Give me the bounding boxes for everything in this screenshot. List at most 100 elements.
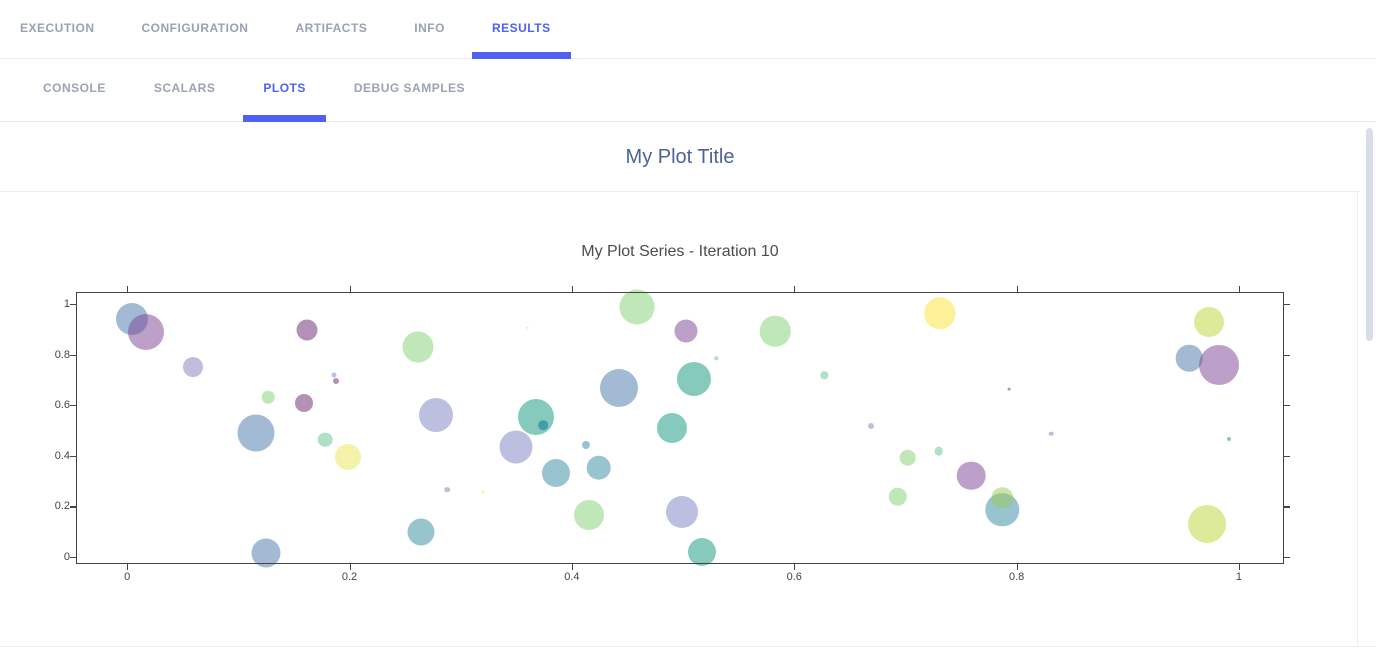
top-nav: EXECUTION CONFIGURATION ARTIFACTS INFO R… — [0, 0, 1376, 59]
axis-tick — [70, 506, 76, 507]
section-bottom-divider — [0, 646, 1376, 647]
bubble-layer — [76, 292, 1284, 564]
data-point-bubble[interactable] — [1194, 307, 1224, 337]
data-point-bubble[interactable] — [868, 423, 874, 429]
data-point-bubble[interactable] — [620, 290, 655, 325]
axis-tick — [1017, 286, 1018, 292]
data-point-bubble[interactable] — [403, 332, 434, 363]
data-point-bubble[interactable] — [1188, 505, 1226, 543]
data-point-bubble[interactable] — [335, 444, 361, 470]
x-tick-label: 0 — [124, 571, 130, 583]
axis-tick — [70, 456, 76, 457]
axis-tick — [70, 405, 76, 406]
scatter-chart[interactable]: 00.20.40.60.81 00.20.40.60.81 — [76, 292, 1284, 564]
data-point-bubble[interactable] — [318, 432, 333, 447]
data-point-bubble[interactable] — [518, 399, 554, 435]
axis-tick — [1239, 286, 1240, 292]
data-point-bubble[interactable] — [821, 372, 828, 379]
y-tick-label: 0.6 — [55, 399, 70, 411]
vertical-scrollbar[interactable] — [1362, 123, 1376, 665]
axis-tick — [70, 355, 76, 356]
data-point-bubble[interactable] — [574, 500, 604, 530]
data-point-bubble[interactable] — [183, 357, 203, 377]
chart-series-title: My Plot Series - Iteration 10 — [77, 243, 1283, 261]
tab-configuration-label: CONFIGURATION — [142, 21, 249, 35]
data-point-bubble[interactable] — [331, 373, 336, 378]
data-point-bubble[interactable] — [586, 455, 611, 480]
data-point-bubble[interactable] — [888, 487, 907, 506]
subtab-console[interactable]: CONSOLE — [23, 60, 126, 115]
tab-execution[interactable]: EXECUTION — [0, 0, 115, 55]
data-point-bubble[interactable] — [481, 490, 484, 493]
axis-tick — [794, 286, 795, 292]
data-point-bubble[interactable] — [252, 538, 281, 567]
x-tick-label: 0.8 — [1009, 571, 1024, 583]
tab-results[interactable]: RESULTS — [472, 0, 571, 55]
data-point-bubble[interactable] — [445, 487, 451, 493]
plot-title-bar: My Plot Title — [0, 123, 1360, 192]
data-point-bubble[interactable] — [500, 431, 533, 464]
data-point-bubble[interactable] — [600, 369, 638, 407]
data-point-bubble[interactable] — [582, 441, 590, 449]
content-gutter-line — [1357, 192, 1358, 646]
data-point-bubble[interactable] — [1049, 431, 1054, 436]
axis-tick — [572, 564, 573, 570]
x-tick-label: 0.6 — [787, 571, 802, 583]
scrollbar-thumb[interactable] — [1366, 128, 1373, 341]
data-point-bubble[interactable] — [295, 394, 313, 412]
data-point-bubble[interactable] — [924, 297, 955, 328]
plot-title: My Plot Title — [626, 146, 735, 169]
axis-tick — [1284, 355, 1290, 356]
data-point-bubble[interactable] — [899, 449, 916, 466]
tab-configuration[interactable]: CONFIGURATION — [122, 0, 269, 55]
axis-tick — [794, 564, 795, 570]
data-point-bubble[interactable] — [657, 413, 687, 443]
data-point-bubble[interactable] — [1007, 388, 1010, 391]
axis-tick — [127, 286, 128, 292]
data-point-bubble[interactable] — [934, 447, 943, 456]
subtab-debug-samples-label: DEBUG SAMPLES — [354, 81, 465, 95]
tab-results-label: RESULTS — [492, 21, 551, 35]
data-point-bubble[interactable] — [538, 421, 548, 431]
tab-info[interactable]: INFO — [394, 0, 465, 55]
axis-tick — [70, 557, 76, 558]
x-tick-label: 0.4 — [564, 571, 579, 583]
axis-tick — [1284, 304, 1290, 305]
data-point-bubble[interactable] — [238, 414, 275, 451]
axis-tick — [1284, 506, 1290, 507]
axis-tick — [1239, 564, 1240, 570]
data-point-bubble[interactable] — [262, 391, 275, 404]
data-point-bubble[interactable] — [297, 320, 318, 341]
x-tick-label: 0.2 — [342, 571, 357, 583]
tab-execution-label: EXECUTION — [20, 21, 95, 35]
tab-artifacts[interactable]: ARTIFACTS — [275, 0, 387, 55]
data-point-bubble[interactable] — [715, 356, 718, 359]
data-point-bubble[interactable] — [128, 314, 164, 350]
data-point-bubble[interactable] — [419, 398, 453, 432]
subtab-console-label: CONSOLE — [43, 81, 106, 95]
subtab-debug-samples[interactable]: DEBUG SAMPLES — [334, 60, 485, 115]
active-tab-underline — [472, 52, 571, 59]
data-point-bubble[interactable] — [677, 362, 711, 396]
axis-tick — [1284, 405, 1290, 406]
data-point-bubble[interactable] — [407, 518, 434, 545]
y-tick-label: 0.4 — [55, 450, 70, 462]
tab-artifacts-label: ARTIFACTS — [295, 21, 367, 35]
subtab-scalars[interactable]: SCALARS — [134, 60, 236, 115]
axis-tick — [1017, 564, 1018, 570]
data-point-bubble[interactable] — [760, 316, 791, 347]
data-point-bubble[interactable] — [666, 496, 698, 528]
data-point-bubble[interactable] — [688, 538, 716, 566]
data-point-bubble[interactable] — [526, 327, 528, 329]
data-point-bubble[interactable] — [1227, 437, 1231, 441]
tab-info-label: INFO — [414, 21, 445, 35]
subtab-plots[interactable]: PLOTS — [243, 60, 326, 115]
data-point-bubble[interactable] — [957, 461, 986, 490]
subtab-plots-label: PLOTS — [263, 81, 306, 95]
data-point-bubble[interactable] — [333, 378, 339, 384]
data-point-bubble[interactable] — [542, 459, 570, 487]
data-point-bubble[interactable] — [675, 320, 698, 343]
data-point-bubble[interactable] — [1199, 345, 1239, 385]
subtab-scalars-label: SCALARS — [154, 81, 216, 95]
axis-tick — [350, 564, 351, 570]
